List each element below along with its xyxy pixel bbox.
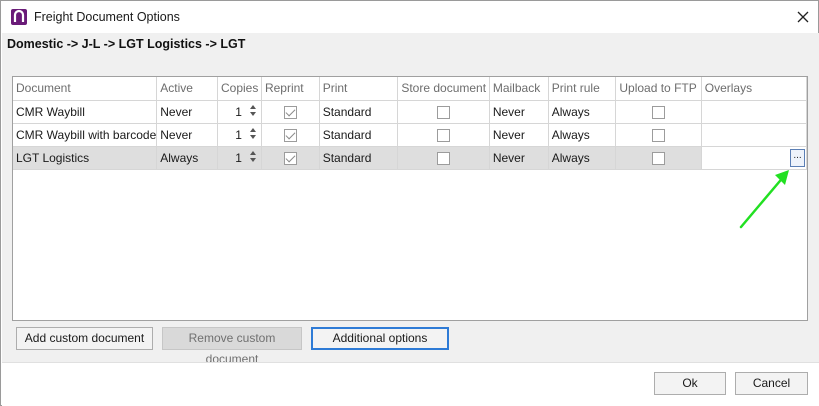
store-document-checkbox[interactable] xyxy=(437,105,451,119)
reprint-checkbox[interactable] xyxy=(283,128,297,142)
chevron-down-icon[interactable] xyxy=(249,111,256,116)
app-logo-icon xyxy=(11,9,27,25)
column-header-store-document[interactable]: Store document xyxy=(397,77,490,101)
chevron-up-icon[interactable] xyxy=(249,104,256,109)
annotation-arrow-icon xyxy=(739,170,789,229)
cell-active[interactable]: Always xyxy=(156,146,218,170)
window-title: Freight Document Options xyxy=(34,10,180,24)
cell-upload-ftp[interactable] xyxy=(615,146,702,170)
cell-print[interactable]: Standard xyxy=(319,100,399,124)
cell-print[interactable]: Standard xyxy=(319,146,399,170)
chevron-up-icon[interactable] xyxy=(249,127,256,132)
cancel-button[interactable]: Cancel xyxy=(735,372,808,395)
cell-document[interactable]: CMR Waybill xyxy=(13,100,158,124)
cell-active[interactable]: Never xyxy=(156,100,218,124)
table-header-row: Document Active Copies Reprint Print Sto… xyxy=(13,77,808,101)
close-icon[interactable] xyxy=(793,7,813,27)
dialog-footer: Ok Cancel xyxy=(2,362,819,406)
cell-reprint[interactable] xyxy=(261,100,320,124)
cell-store-document[interactable] xyxy=(397,123,490,147)
add-custom-document-button[interactable]: Add custom document xyxy=(16,327,153,350)
store-document-checkbox[interactable] xyxy=(437,128,451,142)
cell-overlays[interactable] xyxy=(701,100,808,124)
copies-stepper[interactable] xyxy=(249,127,257,143)
store-document-checkbox[interactable] xyxy=(437,151,451,165)
cell-copies[interactable]: 1 xyxy=(217,146,262,170)
cell-mailback[interactable]: Never xyxy=(489,123,549,147)
column-header-print-rule[interactable]: Print rule xyxy=(548,77,617,101)
chevron-up-icon[interactable] xyxy=(249,150,256,155)
title-bar: Freight Document Options xyxy=(1,1,818,33)
table-row[interactable]: CMR Waybill Never 1 Standard Never Alway… xyxy=(13,100,808,124)
cell-store-document[interactable] xyxy=(397,100,490,124)
column-header-print[interactable]: Print xyxy=(319,77,399,101)
cell-print-rule[interactable]: Always xyxy=(548,100,617,124)
column-header-active[interactable]: Active xyxy=(156,77,218,101)
cell-mailback[interactable]: Never xyxy=(489,146,549,170)
cell-mailback[interactable]: Never xyxy=(489,100,549,124)
cell-active[interactable]: Never xyxy=(156,123,218,147)
cell-document[interactable]: CMR Waybill with barcode xyxy=(13,123,158,147)
dialog-window: Freight Document Options Domestic -> J-L… xyxy=(0,0,819,406)
ok-button[interactable]: Ok xyxy=(654,372,726,395)
copies-value: 1 xyxy=(235,127,242,142)
cell-overlays[interactable] xyxy=(701,123,808,147)
upload-ftp-checkbox[interactable] xyxy=(652,151,666,165)
copies-value: 1 xyxy=(235,104,242,119)
column-header-overlays[interactable]: Overlays xyxy=(701,77,808,101)
cell-reprint[interactable] xyxy=(261,123,320,147)
cell-print-rule[interactable]: Always xyxy=(548,146,617,170)
upload-ftp-checkbox[interactable] xyxy=(652,128,666,142)
copies-stepper[interactable] xyxy=(249,104,257,120)
cell-reprint[interactable] xyxy=(261,146,320,170)
additional-options-button[interactable]: Additional options xyxy=(311,327,449,350)
copies-value: 1 xyxy=(235,150,242,165)
column-header-upload-ftp[interactable]: Upload to FTP xyxy=(615,77,702,101)
chevron-down-icon[interactable] xyxy=(249,134,256,139)
column-header-reprint[interactable]: Reprint xyxy=(261,77,320,101)
cell-print[interactable]: Standard xyxy=(319,123,399,147)
column-header-mailback[interactable]: Mailback xyxy=(489,77,549,101)
upload-ftp-checkbox[interactable] xyxy=(652,105,666,119)
cell-upload-ftp[interactable] xyxy=(615,123,702,147)
cell-copies[interactable]: 1 xyxy=(217,100,262,124)
reprint-checkbox[interactable] xyxy=(283,105,297,119)
cell-print-rule[interactable]: Always xyxy=(548,123,617,147)
reprint-checkbox[interactable] xyxy=(283,151,297,165)
documents-table: Document Active Copies Reprint Print Sto… xyxy=(13,77,808,170)
copies-stepper[interactable] xyxy=(249,150,257,166)
cell-store-document[interactable] xyxy=(397,146,490,170)
table-row-selected[interactable]: LGT Logistics Always 1 Standard Never Al… xyxy=(13,146,808,170)
cell-copies[interactable]: 1 xyxy=(217,123,262,147)
column-header-copies[interactable]: Copies xyxy=(217,77,262,101)
cell-document[interactable]: LGT Logistics xyxy=(13,146,158,170)
route-breadcrumb: Domestic -> J-L -> LGT Logistics -> LGT xyxy=(7,37,246,51)
chevron-down-icon[interactable] xyxy=(249,157,256,162)
table-row[interactable]: CMR Waybill with barcode Never 1 Standar… xyxy=(13,123,808,147)
cell-upload-ftp[interactable] xyxy=(615,100,702,124)
remove-custom-document-button[interactable]: Remove custom document xyxy=(162,327,302,366)
documents-grid: Document Active Copies Reprint Print Sto… xyxy=(12,76,808,321)
column-header-document[interactable]: Document xyxy=(13,77,158,101)
